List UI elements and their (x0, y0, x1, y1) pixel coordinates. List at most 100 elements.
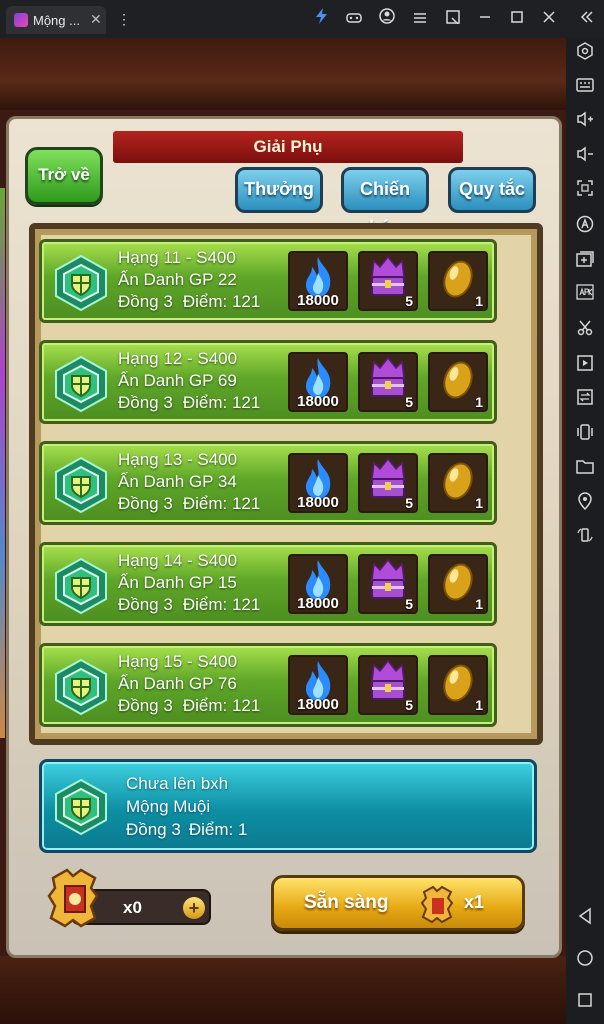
shake-icon[interactable] (573, 423, 597, 447)
app-tab[interactable]: Mộng ... ✕ (6, 6, 106, 34)
more-options-icon[interactable]: ⋮ (113, 8, 135, 30)
ranking-row-text: Hạng 14 - S400 Ấn Danh GP 15 Đồng 3 Điểm:… (118, 550, 260, 616)
keyboard-icon[interactable] (573, 75, 597, 99)
reward-slot-chest[interactable]: 5 (358, 554, 418, 614)
reward-slot-chest[interactable]: 5 (358, 655, 418, 715)
row-player-name: Ấn Danh GP 22 (118, 270, 237, 289)
reward-chest-count: 5 (405, 697, 413, 713)
ranking-row[interactable]: Hạng 11 - S400 Ấn Danh GP 22 Đồng 3 Điểm:… (39, 239, 497, 323)
reward-slot-chest[interactable]: 5 (358, 453, 418, 513)
row-points: Điểm: 121 (182, 595, 261, 614)
sync-icon[interactable] (573, 388, 597, 412)
reward-slot-egg[interactable]: 1 (428, 655, 488, 715)
rewards-button[interactable]: Thưởng (235, 167, 323, 213)
ticket-icon (47, 868, 99, 928)
row-points: Điểm: 121 (182, 393, 261, 412)
reward-slot-egg[interactable]: 1 (428, 352, 488, 412)
bronze-shield-badge-icon (55, 557, 107, 615)
reward-slot-chest[interactable]: 5 (358, 251, 418, 311)
record-icon[interactable] (573, 354, 597, 378)
reward-slot-fire[interactable]: 18000 (288, 251, 348, 311)
my-rank-text: Chưa lên bxh Mộng Muội Đồng 3 Điểm: 1 (126, 772, 247, 841)
background-edge (0, 188, 5, 738)
row-tier: Đồng 3 (118, 292, 173, 311)
title-banner: Giải Phụ (113, 131, 463, 163)
row-points: Điểm: 121 (182, 292, 261, 311)
reward-egg-count: 1 (475, 596, 483, 612)
ranking-row[interactable]: Hạng 12 - S400 Ấn Danh GP 69 Đồng 3 Điểm:… (39, 340, 497, 424)
location-icon[interactable] (573, 492, 597, 516)
volume-down-icon[interactable] (573, 145, 597, 169)
row-tier: Đồng 3 (118, 696, 173, 715)
row-tier: Đồng 3 (118, 494, 173, 513)
reward-egg-count: 1 (475, 495, 483, 511)
row-player-name: Ấn Danh GP 76 (118, 674, 237, 693)
home-icon[interactable] (573, 949, 597, 973)
expand-icon[interactable] (442, 8, 464, 30)
ranking-row[interactable]: Hạng 15 - S400 Ấn Danh GP 76 Đồng 3 Điểm:… (39, 643, 497, 727)
account-icon[interactable] (376, 8, 398, 30)
folder-icon[interactable] (573, 457, 597, 481)
reward-fire-count: 18000 (297, 292, 339, 309)
reward-slot-fire[interactable]: 18000 (288, 554, 348, 614)
reward-slot-fire[interactable]: 18000 (288, 352, 348, 412)
my-rank-status: Chưa lên bxh (126, 774, 229, 793)
ready-cost: x1 (464, 892, 485, 912)
close-icon[interactable] (538, 8, 560, 30)
gamepad-icon[interactable] (343, 8, 365, 30)
menu-icon[interactable] (409, 8, 431, 30)
maximize-icon[interactable] (506, 8, 528, 30)
cut-icon[interactable] (573, 319, 597, 343)
bronze-shield-badge-icon (55, 658, 107, 716)
reward-fire-count: 18000 (297, 595, 339, 612)
row-rank: Hạng 15 - S400 (118, 652, 238, 671)
apk-icon[interactable] (573, 284, 597, 308)
settings-icon[interactable] (573, 42, 597, 66)
wood-frame-top (0, 38, 566, 110)
bronze-shield-badge-icon (55, 254, 107, 312)
reward-slot-chest[interactable]: 5 (358, 352, 418, 412)
collapse-sidebar-icon[interactable] (576, 8, 598, 30)
ranking-row-text: Hạng 11 - S400 Ấn Danh GP 22 Đồng 3 Điểm:… (118, 247, 260, 313)
battle-report-button[interactable]: Chiến báo (341, 167, 429, 237)
volume-up-icon[interactable] (573, 110, 597, 134)
rotate-icon[interactable] (573, 526, 597, 550)
minimize-icon[interactable] (474, 8, 496, 30)
page-title: Giải Phụ (253, 137, 323, 156)
wood-frame-bottom (0, 956, 566, 1024)
row-rank: Hạng 11 - S400 (118, 248, 236, 267)
my-rank-card: Chưa lên bxh Mộng Muội Đồng 3 Điểm: 1 (39, 759, 537, 853)
reward-slot-egg[interactable]: 1 (428, 453, 488, 513)
ranking-row-text: Hạng 13 - S400 Ấn Danh GP 34 Đồng 3 Điểm:… (118, 449, 260, 515)
reward-fire-count: 18000 (297, 494, 339, 511)
ranking-row-text: Hạng 15 - S400 Ấn Danh GP 76 Đồng 3 Điểm:… (118, 651, 260, 717)
screenshot-icon[interactable] (573, 179, 597, 203)
ready-label: Sẵn sàng (304, 892, 389, 913)
game-viewport: Giải Phụ Trở về Thưởng Chiến báo Quy tắc… (0, 38, 566, 1024)
bolt-icon[interactable] (311, 8, 333, 30)
ranking-row[interactable]: Hạng 13 - S400 Ấn Danh GP 34 Đồng 3 Điểm:… (39, 441, 497, 525)
add-window-icon[interactable] (573, 250, 597, 274)
add-ticket-button[interactable]: + (183, 897, 205, 919)
reward-fire-count: 18000 (297, 393, 339, 410)
my-player-name: Mộng Muội (126, 797, 211, 816)
rules-button[interactable]: Quy tắc (448, 167, 536, 213)
row-rank: Hạng 13 - S400 (118, 450, 238, 469)
ready-button[interactable]: Sẵn sàng x1 (271, 875, 525, 931)
reward-chest-count: 5 (405, 394, 413, 410)
reward-slot-egg[interactable]: 1 (428, 251, 488, 311)
reward-slot-fire[interactable]: 18000 (288, 655, 348, 715)
back-icon[interactable] (573, 907, 597, 931)
bronze-shield-badge-icon (55, 355, 107, 413)
reward-slot-fire[interactable]: 18000 (288, 453, 348, 513)
back-button[interactable]: Trở về (25, 147, 103, 205)
row-rank: Hạng 12 - S400 (118, 349, 238, 368)
reward-egg-count: 1 (475, 394, 483, 410)
emulator-sidebar (566, 38, 604, 1024)
ranking-row[interactable]: Hạng 14 - S400 Ấn Danh GP 15 Đồng 3 Điểm:… (39, 542, 497, 626)
tab-close-icon[interactable]: ✕ (90, 11, 102, 28)
macro-icon[interactable] (573, 215, 597, 239)
recents-icon[interactable] (573, 991, 597, 1015)
tab-title: Mộng ... (33, 13, 80, 28)
reward-slot-egg[interactable]: 1 (428, 554, 488, 614)
